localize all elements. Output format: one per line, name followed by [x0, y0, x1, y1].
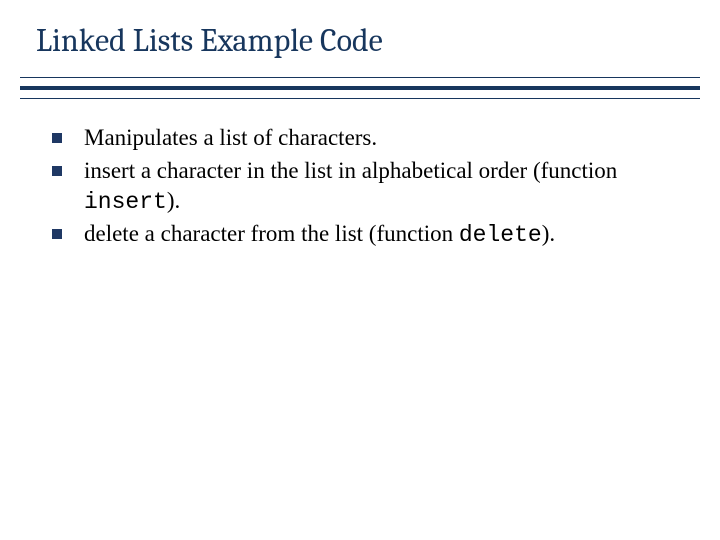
square-bullet-icon	[52, 229, 62, 239]
code-text: insert	[84, 189, 167, 215]
rule-thick	[20, 86, 700, 90]
bullet-text: Manipulates a list of characters.	[84, 123, 676, 154]
content-area: Manipulates a list of characters. insert…	[0, 107, 720, 251]
bullet-text: delete a character from the list (functi…	[84, 219, 676, 250]
slide-title: Linked Lists Example Code	[0, 0, 720, 69]
text-pre: delete a character from the list (functi…	[84, 221, 459, 246]
list-item: insert a character in the list in alphab…	[52, 156, 676, 217]
rule-thin-bottom	[20, 98, 700, 99]
slide: Linked Lists Example Code Manipulates a …	[0, 0, 720, 540]
text-pre: insert a character in the list in alphab…	[84, 158, 617, 183]
text-post: ).	[167, 188, 180, 213]
code-text: delete	[459, 222, 542, 248]
bullet-list: Manipulates a list of characters. insert…	[52, 123, 676, 251]
rule-thin-top	[20, 77, 700, 78]
square-bullet-icon	[52, 133, 62, 143]
title-underline	[0, 77, 720, 99]
square-bullet-icon	[52, 166, 62, 176]
bullet-text: insert a character in the list in alphab…	[84, 156, 676, 217]
list-item: Manipulates a list of characters.	[52, 123, 676, 154]
text-pre: Manipulates a list of characters.	[84, 125, 377, 150]
text-post: ).	[542, 221, 555, 246]
list-item: delete a character from the list (functi…	[52, 219, 676, 250]
